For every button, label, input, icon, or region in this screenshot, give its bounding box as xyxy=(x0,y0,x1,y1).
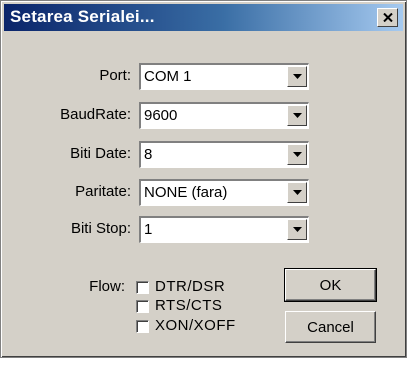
title-bar[interactable]: Setarea Serialei... xyxy=(4,4,403,31)
dialog-title: Setarea Serialei... xyxy=(10,7,155,26)
parity-select[interactable]: NONE (fara) xyxy=(139,179,309,206)
baudrate-dropdown-button[interactable] xyxy=(287,105,307,126)
flow-label: Flow: xyxy=(89,278,125,295)
chevron-down-icon xyxy=(292,152,302,157)
stopbits-select[interactable]: 1 xyxy=(139,216,309,243)
databits-label: Biti Date: xyxy=(70,145,131,162)
close-button[interactable] xyxy=(377,8,398,27)
close-icon xyxy=(382,13,393,22)
xon-xoff-checkbox[interactable] xyxy=(136,320,149,333)
ok-button[interactable]: OK xyxy=(284,268,377,302)
ok-button-label: OK xyxy=(319,276,342,294)
parity-dropdown-button[interactable] xyxy=(287,182,307,203)
baudrate-select[interactable]: 9600 xyxy=(139,102,309,129)
baudrate-label: BaudRate: xyxy=(60,106,131,123)
chevron-down-icon xyxy=(292,113,302,118)
databits-dropdown-button[interactable] xyxy=(287,144,307,165)
stopbits-value: 1 xyxy=(144,221,153,238)
dtr-dsr-checkbox[interactable] xyxy=(136,281,149,294)
parity-value: NONE (fara) xyxy=(144,184,228,201)
cancel-button[interactable]: Cancel xyxy=(285,311,376,343)
baudrate-value: 9600 xyxy=(144,107,178,124)
rts-cts-label[interactable]: RTS/CTS xyxy=(155,297,222,315)
stopbits-label: Biti Stop: xyxy=(70,220,131,237)
port-select[interactable]: COM 1 xyxy=(139,63,309,90)
cancel-button-label: Cancel xyxy=(307,318,354,336)
port-label: Port: xyxy=(99,67,131,84)
xon-xoff-label[interactable]: XON/XOFF xyxy=(155,317,236,335)
port-dropdown-button[interactable] xyxy=(287,66,307,87)
port-value: COM 1 xyxy=(144,68,192,85)
chevron-down-icon xyxy=(292,74,302,79)
stopbits-dropdown-button[interactable] xyxy=(287,219,307,240)
parity-label: Paritate: xyxy=(75,183,131,200)
databits-value: 8 xyxy=(144,146,153,163)
rts-cts-checkbox[interactable] xyxy=(136,300,149,313)
dtr-dsr-label[interactable]: DTR/DSR xyxy=(155,278,225,296)
chevron-down-icon xyxy=(292,227,302,232)
serial-settings-dialog: Setarea Serialei... Port: COM 1 BaudRate… xyxy=(0,0,407,358)
databits-select[interactable]: 8 xyxy=(139,141,309,168)
chevron-down-icon xyxy=(292,190,302,195)
